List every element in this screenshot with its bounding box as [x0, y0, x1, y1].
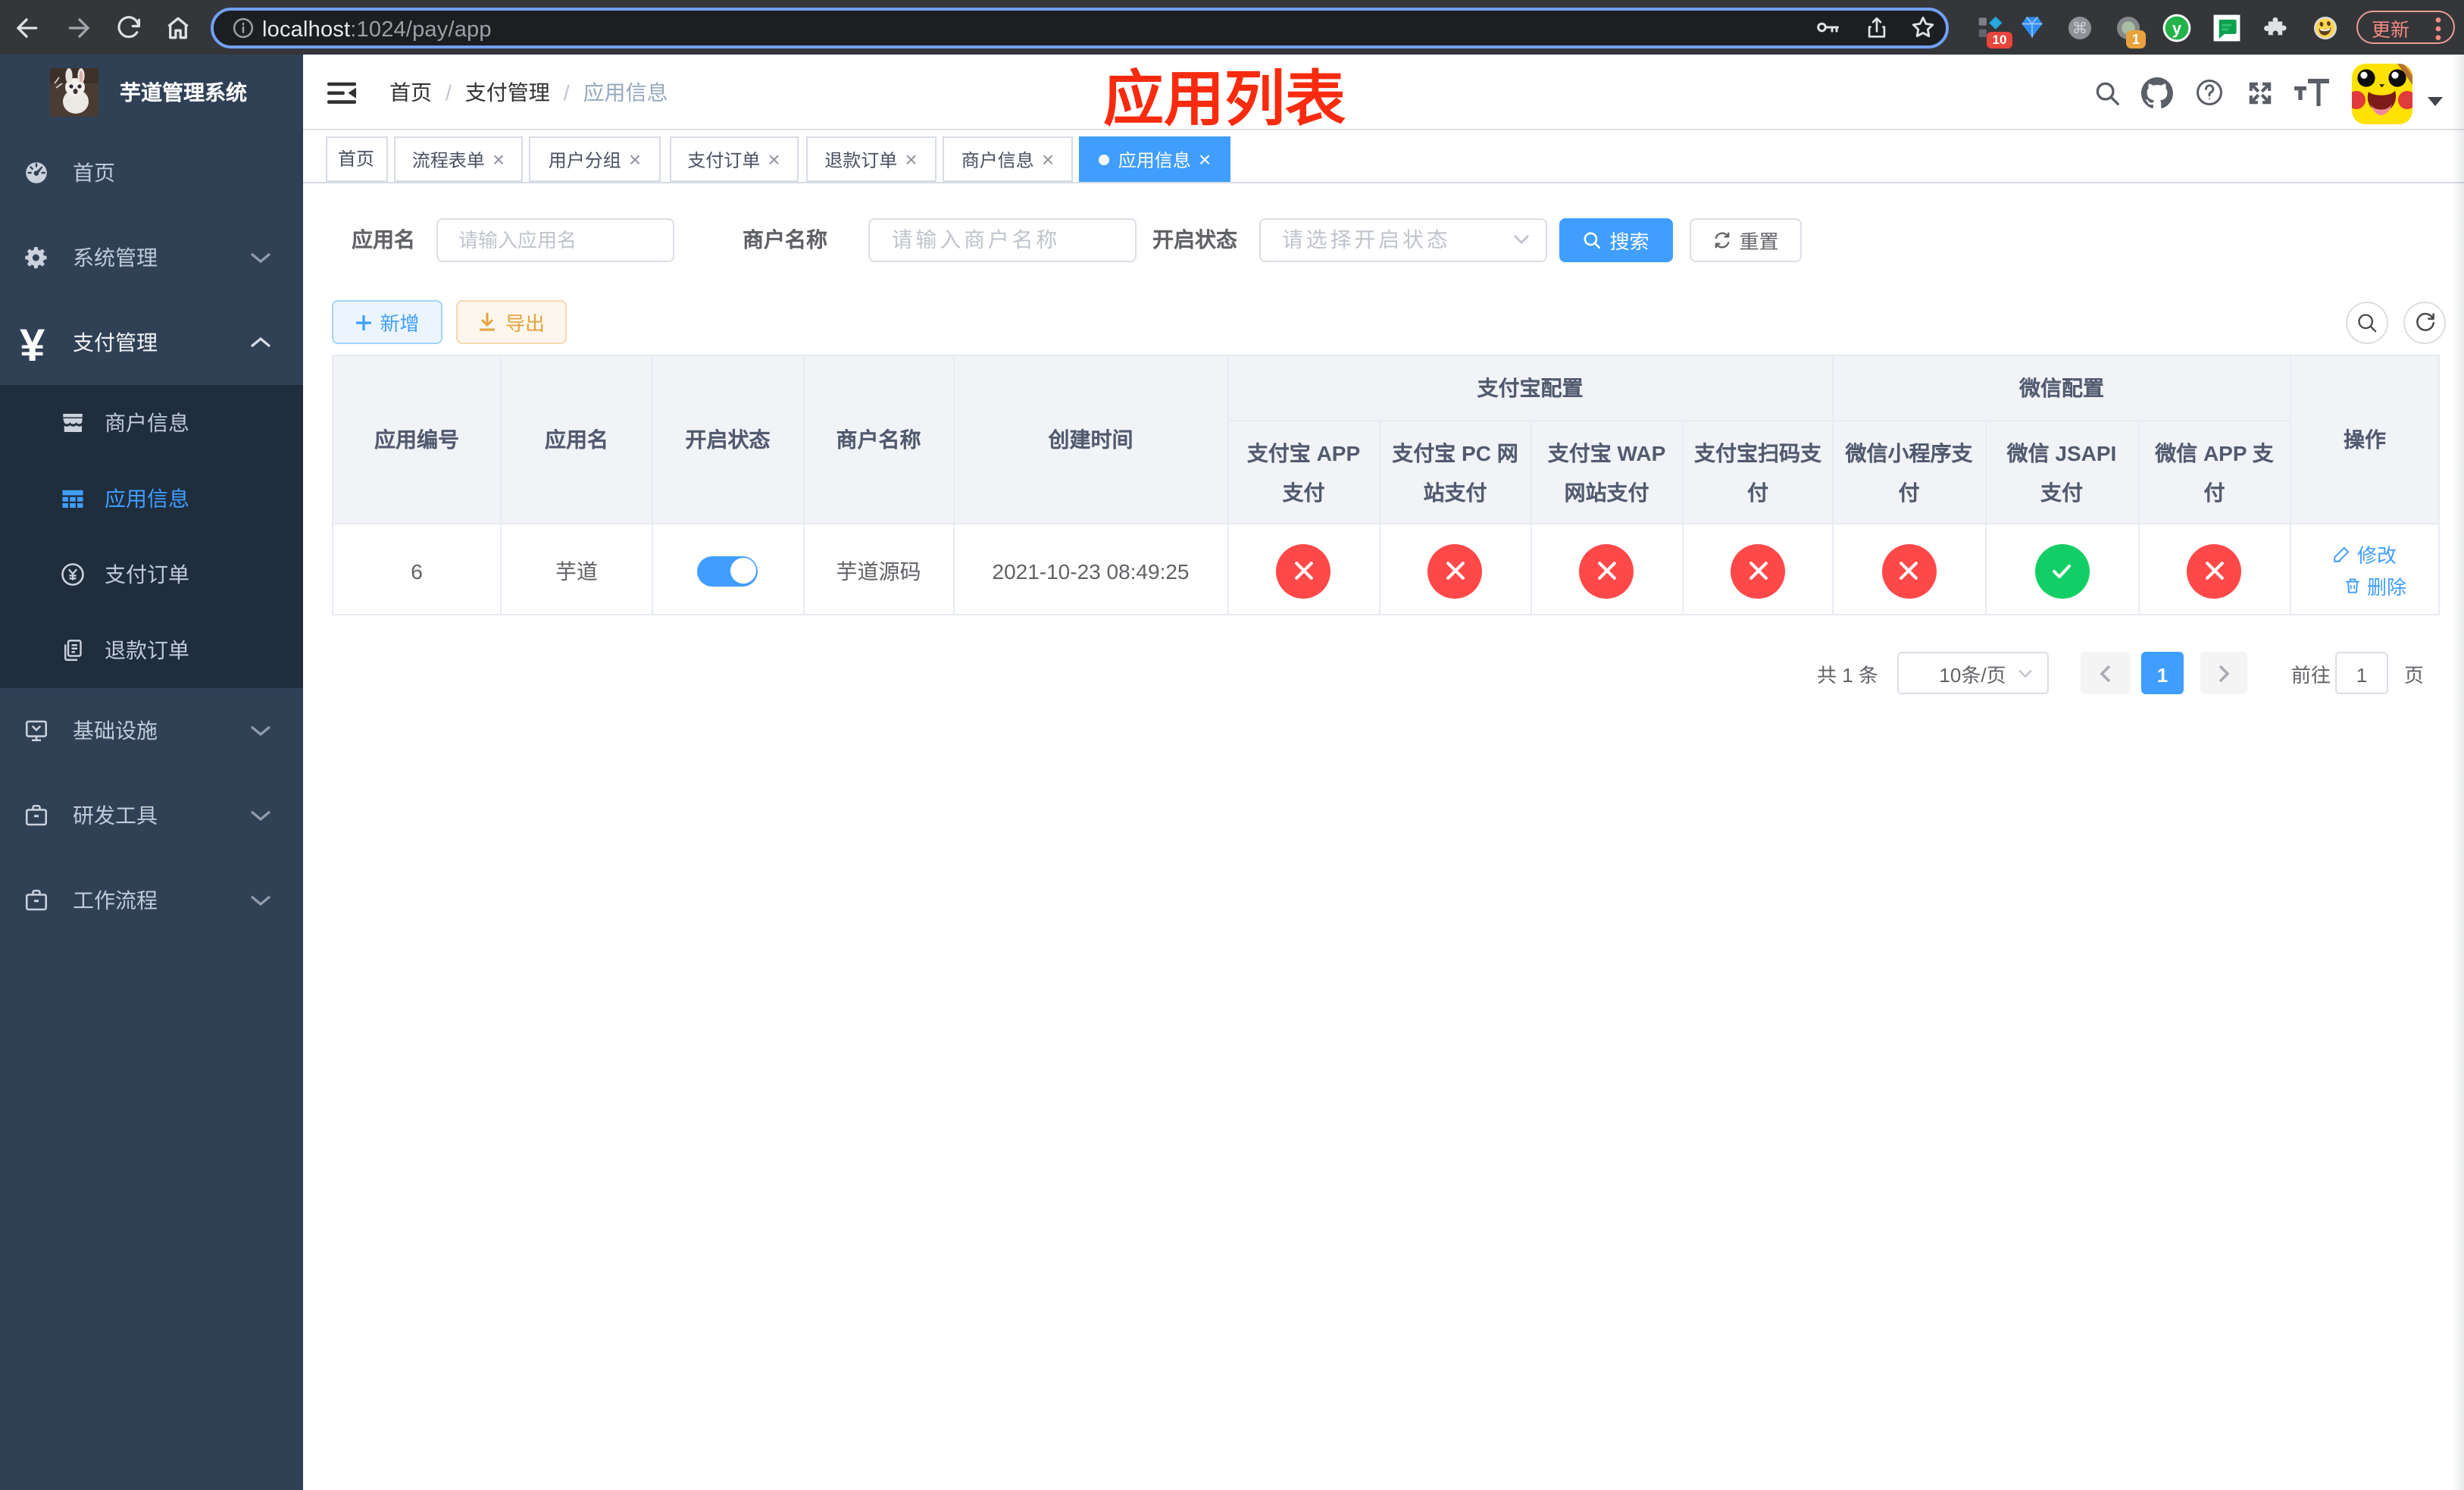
svg-text:y: y [2172, 18, 2181, 37]
svg-text:⌘: ⌘ [2072, 19, 2087, 36]
